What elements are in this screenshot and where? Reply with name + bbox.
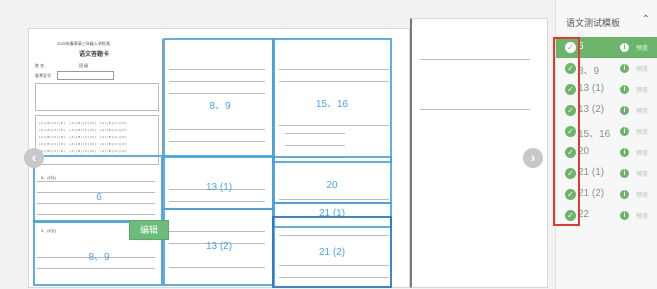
info-icon[interactable]: i [620, 43, 629, 52]
class-label: 班 级 [79, 63, 89, 68]
preview-link[interactable]: 预览 [636, 148, 648, 157]
region-zone-label: 20 [326, 180, 338, 191]
region-zone-label: 8、9 [209, 101, 231, 112]
exam-number-label: 准考证号 [35, 73, 51, 78]
name-label: 姓 名 [35, 63, 45, 68]
info-icon[interactable]: i [620, 64, 629, 73]
region-zone-label: 13 (2) [205, 241, 233, 252]
answer-sheet-viewer: 2020年春季高三年级入学检测 语文答题卡 姓 名 班 级 准考证号 [A][B… [0, 0, 555, 289]
edit-button[interactable]: 编辑 [129, 220, 169, 240]
info-icon[interactable]: i [620, 190, 629, 199]
template-item-label: 21 (2) [578, 188, 605, 199]
preview-link[interactable]: 预览 [636, 211, 648, 220]
next-page-button[interactable]: › [523, 148, 543, 168]
exam-number-boxes [57, 71, 114, 80]
panel-header: 语文测试模板 ⌃ [556, 12, 657, 32]
panel-title: 语文测试模板 [566, 18, 621, 28]
region-zone-label: 13 (1) [205, 182, 233, 193]
chevron-up-icon[interactable]: ⌃ [642, 14, 650, 25]
preview-link[interactable]: 预览 [636, 106, 648, 115]
instructions-box [35, 83, 159, 111]
info-icon[interactable]: i [620, 127, 629, 136]
sheet-title: 2020年春季高三年级入学检测 [57, 41, 110, 46]
template-item-label: 8、9 [578, 66, 600, 77]
preview-link[interactable]: 预览 [636, 190, 648, 199]
region-zone-label: 6 [96, 192, 102, 203]
info-icon[interactable]: i [620, 85, 629, 94]
info-icon[interactable]: i [620, 169, 629, 178]
info-icon[interactable]: i [620, 148, 629, 157]
template-item-label: 13 (1) [578, 83, 605, 94]
selection-highlight-box [553, 37, 580, 226]
region-zone-label: 8、9 [88, 252, 110, 263]
template-item-label: 15、16 [578, 129, 611, 140]
template-item-label: 21 (1) [578, 167, 605, 178]
region-zone-6[interactable] [33, 155, 163, 223]
preview-link[interactable]: 预览 [636, 85, 648, 94]
preview-link[interactable]: 预览 [636, 43, 648, 52]
region-zone-label: 21 (2) [318, 247, 346, 258]
template-item-label: 13 (2) [578, 104, 605, 115]
info-icon[interactable]: i [620, 211, 629, 220]
preview-link[interactable]: 预览 [636, 169, 648, 178]
info-icon[interactable]: i [620, 106, 629, 115]
preview-link[interactable]: 预览 [636, 127, 648, 136]
region-zone-label: 15、16 [315, 99, 349, 110]
preview-link[interactable]: 预览 [636, 64, 648, 73]
prev-page-button[interactable]: ‹ [24, 148, 44, 168]
sheet-subtitle: 语文答题卡 [79, 52, 110, 58]
